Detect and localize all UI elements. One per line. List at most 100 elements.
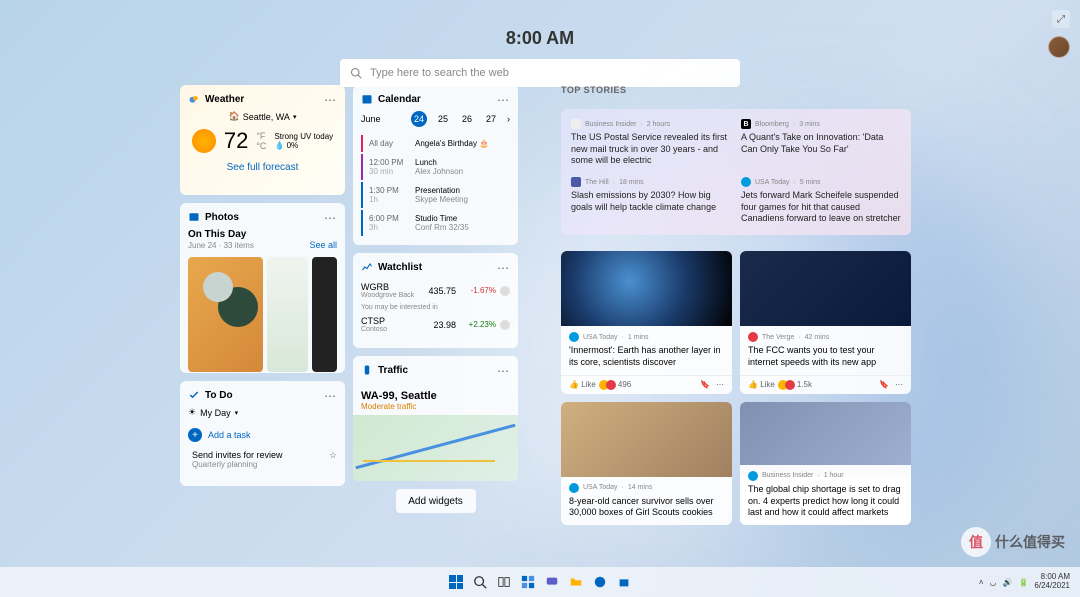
start-button[interactable] bbox=[446, 572, 466, 592]
source-logo bbox=[569, 483, 579, 493]
news-card[interactable]: The Verge · 42 mins The FCC wants you to… bbox=[740, 251, 911, 393]
remove-icon[interactable] bbox=[500, 286, 510, 296]
weather-title: Weather bbox=[205, 94, 244, 105]
weather-widget: Weather ⋯ 🏠 Seattle, WA ▾ 72 °F°C Strong… bbox=[180, 85, 345, 195]
stock-row[interactable]: CTSPContoso 23.98 +2.23% bbox=[361, 313, 510, 336]
chevron-down-icon[interactable]: ▾ bbox=[293, 113, 297, 121]
task-view-button[interactable] bbox=[494, 572, 514, 592]
chevron-right-icon[interactable]: › bbox=[507, 114, 510, 124]
photos-widget: Photos ⋯ On This Day June 24 · 33 items … bbox=[180, 203, 345, 373]
weather-location: 🏠 Seattle, WA ▾ bbox=[188, 111, 337, 122]
system-tray[interactable]: ˄ ◡ 🔊 🔋 8:00 AM 6/24/2021 bbox=[979, 573, 1070, 591]
more-icon[interactable]: ⋯ bbox=[895, 380, 903, 389]
calendar-day[interactable]: 24 bbox=[411, 111, 427, 127]
bookmark-icon[interactable]: 🔖 bbox=[879, 380, 889, 389]
watchlist-title: Watchlist bbox=[378, 262, 422, 273]
news-image bbox=[561, 402, 732, 477]
source-logo: B bbox=[741, 119, 751, 129]
see-all-link[interactable]: See all bbox=[309, 240, 337, 250]
todo-icon bbox=[188, 389, 200, 401]
source-logo bbox=[748, 471, 758, 481]
calendar-event[interactable]: 6:00 PM3h Studio TimeConf Rm 32/35 bbox=[361, 210, 510, 236]
add-widgets-button[interactable]: Add widgets bbox=[396, 489, 476, 513]
news-image bbox=[740, 251, 911, 326]
photo-thumbnail[interactable] bbox=[267, 257, 308, 372]
calendar-month: June bbox=[361, 114, 403, 124]
more-icon[interactable]: ⋯ bbox=[324, 389, 337, 403]
temp-units: °F°C bbox=[256, 131, 266, 151]
source-logo bbox=[569, 332, 579, 342]
watchlist-widget: Watchlist ⋯ WGRBWoodgrove Back 435.75 -1… bbox=[353, 253, 518, 348]
news-story[interactable]: Business Insider · 2 hours The US Postal… bbox=[571, 119, 731, 167]
more-icon[interactable]: ⋯ bbox=[716, 380, 724, 389]
search-button[interactable] bbox=[470, 572, 490, 592]
like-button[interactable]: 👍 Like bbox=[748, 380, 775, 389]
calendar-day[interactable]: 27 bbox=[483, 114, 499, 124]
task-item[interactable]: ☆ Send invites for review Quarterly plan… bbox=[188, 446, 337, 469]
stock-row[interactable]: WGRBWoodgrove Back 435.75 -1.67% bbox=[361, 279, 510, 302]
more-icon[interactable]: ⋯ bbox=[324, 93, 337, 107]
explorer-button[interactable] bbox=[566, 572, 586, 592]
traffic-icon bbox=[361, 364, 373, 376]
taskbar: ˄ ◡ 🔊 🔋 8:00 AM 6/24/2021 bbox=[0, 567, 1080, 597]
wifi-icon[interactable]: ◡ bbox=[989, 578, 996, 587]
todo-widget: To Do ⋯ ☀ My Day ▾ + Add a task ☆ Send i… bbox=[180, 381, 345, 486]
more-icon[interactable]: ⋯ bbox=[497, 261, 510, 275]
star-icon[interactable]: ☆ bbox=[329, 450, 337, 461]
calendar-icon bbox=[361, 93, 373, 105]
more-icon[interactable]: ⋯ bbox=[497, 364, 510, 378]
chevron-up-icon[interactable]: ˄ bbox=[979, 578, 984, 587]
calendar-widget: Calendar ⋯ June 24 25 26 27 › All day An… bbox=[353, 85, 518, 245]
more-icon[interactable]: ⋯ bbox=[324, 211, 337, 225]
volume-icon[interactable]: 🔊 bbox=[1002, 578, 1012, 587]
search-input[interactable]: Type here to search the web bbox=[340, 59, 740, 87]
calendar-event[interactable]: 1:30 PM1h PresentationSkype Meeting bbox=[361, 182, 510, 208]
add-icon[interactable] bbox=[500, 320, 510, 330]
traffic-map[interactable] bbox=[353, 415, 518, 481]
chevron-down-icon: ▾ bbox=[235, 409, 239, 417]
calendar-day[interactable]: 26 bbox=[459, 114, 475, 124]
add-task-button[interactable]: + Add a task bbox=[188, 424, 337, 446]
bookmark-icon[interactable]: 🔖 bbox=[700, 380, 710, 389]
user-avatar[interactable] bbox=[1048, 36, 1070, 58]
news-story[interactable]: USA Today · 5 mins Jets forward Mark Sch… bbox=[741, 177, 901, 225]
search-placeholder: Type here to search the web bbox=[370, 67, 509, 79]
news-card[interactable]: USA Today · 1 mins 'Innermost': Earth ha… bbox=[561, 251, 732, 393]
photo-thumbnail[interactable] bbox=[312, 257, 337, 372]
plus-icon: + bbox=[188, 428, 202, 442]
calendar-day[interactable]: 25 bbox=[435, 114, 451, 124]
reactions[interactable]: 1.5k bbox=[781, 380, 812, 390]
interest-label: You may be interested in bbox=[361, 302, 510, 313]
like-button[interactable]: 👍 Like bbox=[569, 380, 596, 389]
calendar-title: Calendar bbox=[378, 94, 421, 105]
weather-icon bbox=[188, 93, 200, 105]
edge-button[interactable] bbox=[590, 572, 610, 592]
watermark: 值 什么值得买 bbox=[961, 527, 1065, 557]
chat-button[interactable] bbox=[542, 572, 562, 592]
reactions[interactable]: 496 bbox=[602, 380, 631, 390]
traffic-title: Traffic bbox=[378, 365, 408, 376]
traffic-widget: Traffic ⋯ WA-99, Seattle Moderate traffi… bbox=[353, 356, 518, 481]
news-story[interactable]: BBloomberg · 3 mins A Quant's Take on In… bbox=[741, 119, 901, 167]
news-card[interactable]: Business Insider · 1 hour The global chi… bbox=[740, 402, 911, 525]
expand-icon[interactable]: ⤢ bbox=[1052, 10, 1070, 28]
clock-tray[interactable]: 8:00 AM 6/24/2021 bbox=[1034, 573, 1070, 591]
news-card[interactable]: USA Today · 14 mins 8-year-old cancer su… bbox=[561, 402, 732, 525]
weather-condition: Strong UV today 💧 0% bbox=[274, 132, 333, 150]
photo-thumbnail[interactable] bbox=[188, 257, 263, 372]
forecast-link[interactable]: See full forecast bbox=[188, 162, 337, 173]
news-story[interactable]: The Hill · 18 mins Slash emissions by 20… bbox=[571, 177, 731, 225]
calendar-event[interactable]: All day Angela's Birthday 🎂 bbox=[361, 135, 510, 152]
top-stories: Business Insider · 2 hours The US Postal… bbox=[561, 109, 911, 235]
news-heading: TOP STORIES bbox=[561, 85, 911, 95]
todo-title: To Do bbox=[205, 390, 233, 401]
more-icon[interactable]: ⋯ bbox=[497, 93, 510, 107]
widgets-button[interactable] bbox=[518, 572, 538, 592]
store-button[interactable] bbox=[614, 572, 634, 592]
calendar-event[interactable]: 12:00 PM30 min LunchAlex Johnson bbox=[361, 154, 510, 180]
myday-dropdown[interactable]: ☀ My Day ▾ bbox=[188, 407, 337, 418]
source-logo bbox=[741, 177, 751, 187]
traffic-status: Moderate traffic bbox=[353, 402, 518, 415]
watchlist-icon bbox=[361, 261, 373, 273]
battery-icon[interactable]: 🔋 bbox=[1018, 578, 1028, 587]
